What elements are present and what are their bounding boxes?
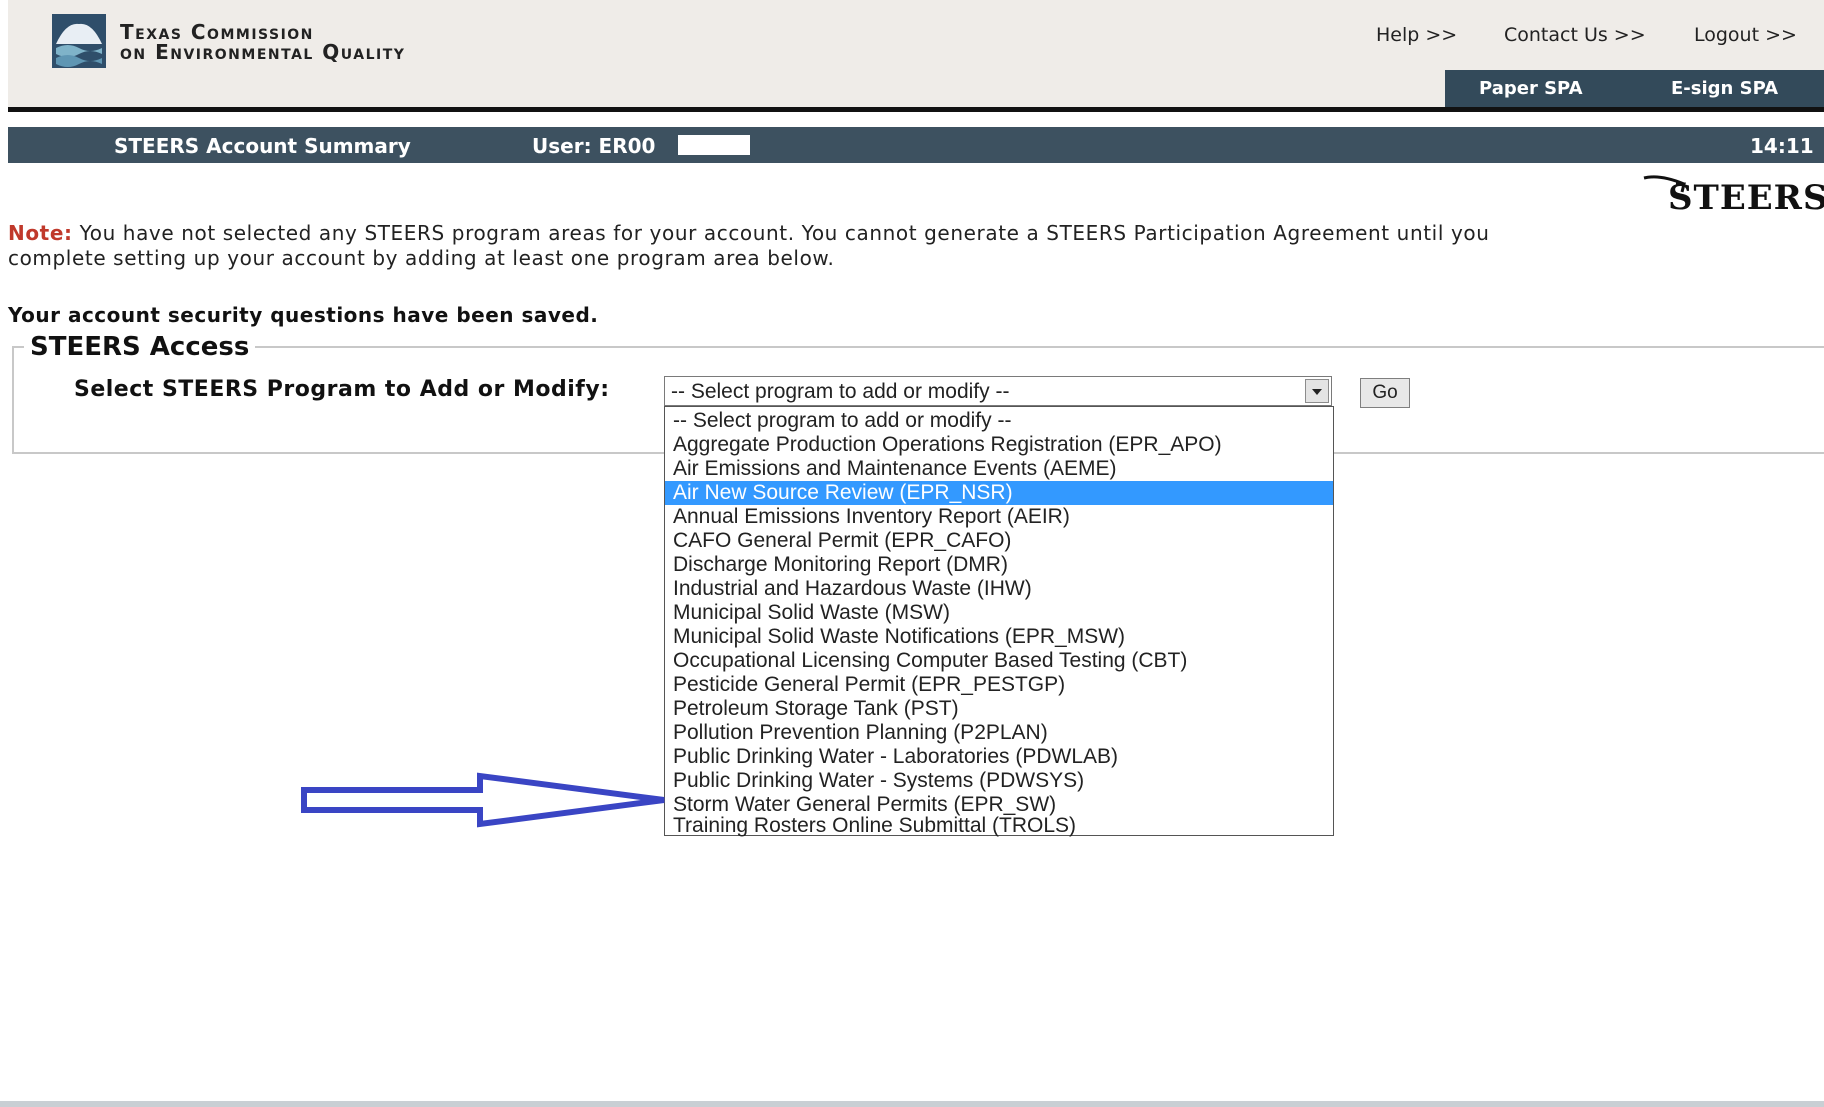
dropdown-option[interactable]: Occupational Licensing Computer Based Te… — [665, 649, 1333, 673]
logout-link[interactable]: Logout >> — [1694, 24, 1797, 46]
dropdown-option[interactable]: -- Select program to add or modify -- — [665, 409, 1333, 433]
dropdown-option[interactable]: Public Drinking Water - Systems (PDWSYS) — [665, 769, 1333, 793]
note-message: Note: You have not selected any STEERS p… — [8, 221, 1508, 271]
dropdown-option[interactable]: Annual Emissions Inventory Report (AEIR) — [665, 505, 1333, 529]
dropdown-option[interactable]: Municipal Solid Waste (MSW) — [665, 601, 1333, 625]
org-name: Texas Commission on Environmental Qualit… — [120, 22, 405, 62]
account-summary-bar: STEERS Account Summary User: ER00 14:11 — [8, 127, 1824, 163]
bottom-scrollbar-track[interactable] — [0, 1101, 1824, 1107]
dropdown-option[interactable]: CAFO General Permit (EPR_CAFO) — [665, 529, 1333, 553]
user-id: User: ER00 — [532, 134, 656, 158]
dropdown-option[interactable]: Pollution Prevention Planning (P2PLAN) — [665, 721, 1333, 745]
org-name-line1: Texas Commission — [120, 20, 314, 44]
dropdown-option[interactable]: Industrial and Hazardous Waste (IHW) — [665, 577, 1333, 601]
dropdown-option[interactable]: Municipal Solid Waste Notifications (EPR… — [665, 625, 1333, 649]
steers-access-legend: STEERS Access — [24, 332, 256, 362]
spa-bar: Paper SPA E-sign SPA — [1445, 70, 1824, 107]
clock: 14:11 — [1750, 134, 1814, 158]
security-saved-message: Your account security questions have bee… — [8, 303, 599, 327]
org-name-line2: on Environmental Quality — [120, 40, 406, 64]
dropdown-option[interactable]: Aggregate Production Operations Registra… — [665, 433, 1333, 457]
steers-logo: STEERS — [1640, 172, 1824, 222]
dropdown-option[interactable]: Training Rosters Online Submittal (TROLS… — [665, 815, 1333, 836]
dropdown-option[interactable]: Public Drinking Water - Laboratories (PD… — [665, 745, 1333, 769]
dropdown-option[interactable]: Discharge Monitoring Report (DMR) — [665, 553, 1333, 577]
annotation-arrow-icon — [301, 772, 665, 828]
program-select-value: -- Select program to add or modify -- — [671, 380, 1010, 403]
tceq-logo-icon — [52, 14, 106, 68]
dropdown-option[interactable]: Pesticide General Permit (EPR_PESTGP) — [665, 673, 1333, 697]
dropdown-option[interactable]: Air Emissions and Maintenance Events (AE… — [665, 457, 1333, 481]
contact-us-link[interactable]: Contact Us >> — [1504, 24, 1646, 46]
paper-spa-link[interactable]: Paper SPA — [1479, 78, 1583, 99]
steers-logo-text: STEERS — [1668, 178, 1824, 218]
help-link[interactable]: Help >> — [1376, 24, 1457, 46]
note-text: You have not selected any STEERS program… — [8, 221, 1490, 270]
note-label: Note: — [8, 221, 73, 245]
page-title: STEERS Account Summary — [114, 134, 411, 158]
esign-spa-link[interactable]: E-sign SPA — [1671, 78, 1778, 99]
redacted-user-id — [678, 135, 750, 155]
dropdown-option-highlighted[interactable]: Air New Source Review (EPR_NSR) — [665, 481, 1333, 505]
go-button[interactable]: Go — [1360, 378, 1410, 408]
dropdown-option[interactable]: Petroleum Storage Tank (PST) — [665, 697, 1333, 721]
program-select-label: Select STEERS Program to Add or Modify: — [74, 377, 610, 402]
program-select[interactable]: -- Select program to add or modify -- — [664, 376, 1332, 406]
header-divider — [8, 107, 1824, 112]
program-dropdown-list[interactable]: -- Select program to add or modify -- Ag… — [664, 406, 1334, 836]
chevron-down-icon[interactable] — [1305, 379, 1329, 403]
